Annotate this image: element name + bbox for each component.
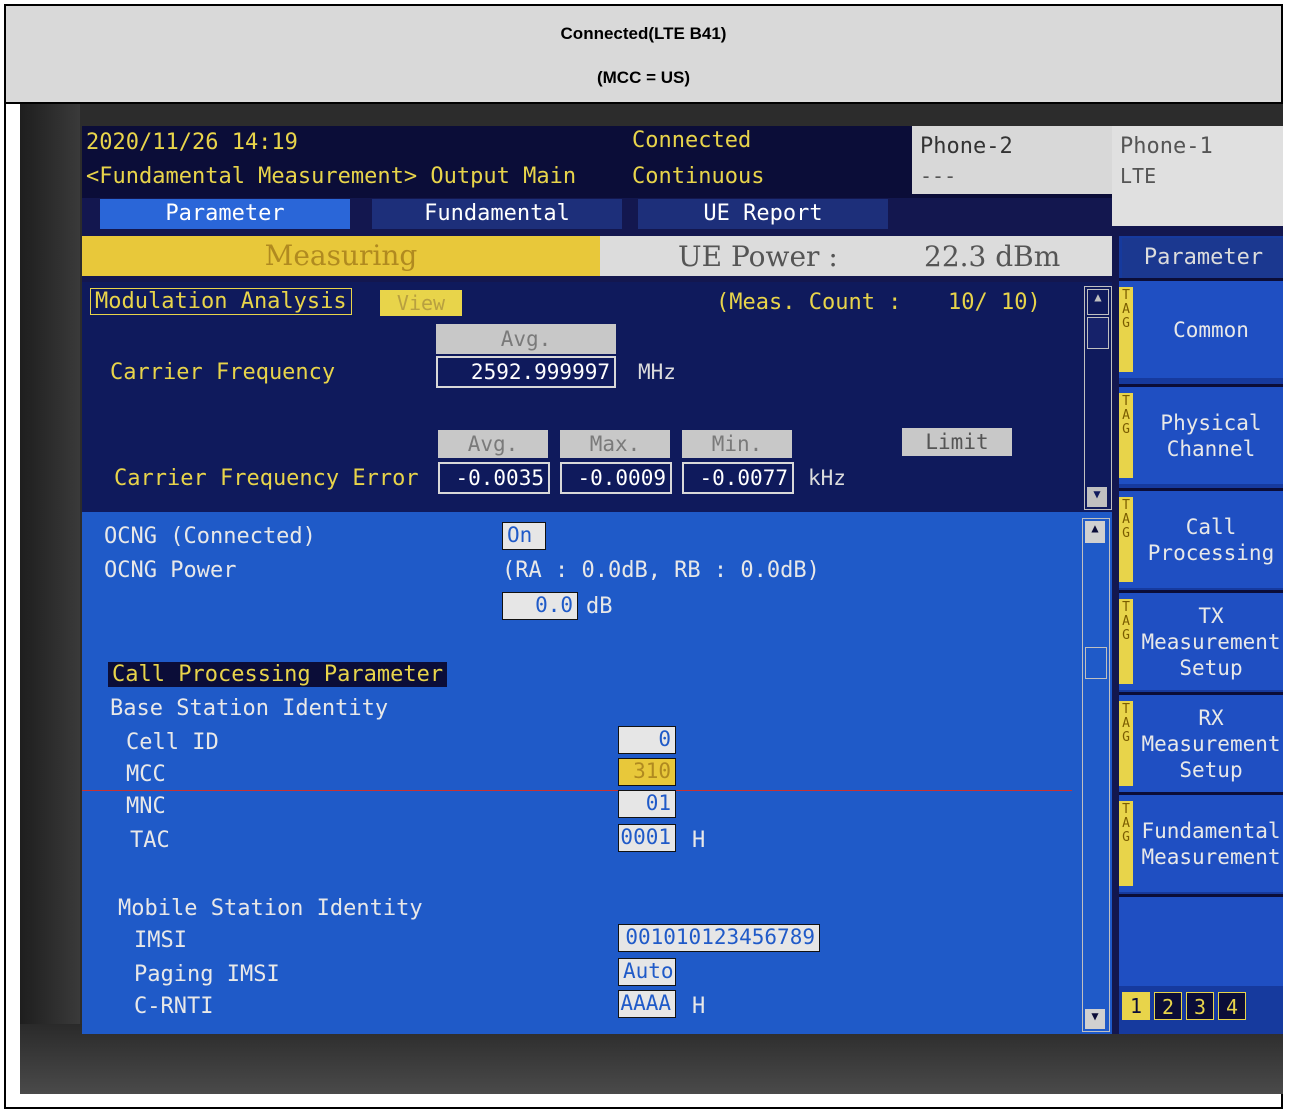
cfe-unit: kHz <box>808 466 846 490</box>
section-call-processing: Call Processing Parameter <box>108 662 448 687</box>
instrument-screen: 2020/11/26 14:19 <Fundamental Measuremen… <box>82 126 1283 1034</box>
page-2-button[interactable]: 2 <box>1154 992 1182 1020</box>
softkey-fundamental-measurement[interactable]: T A G Fundamental Measurement <box>1119 792 1283 892</box>
status-connected: Connected <box>632 128 752 153</box>
mnc-label: MNC <box>126 794 166 819</box>
softkey-fundamental-measurement-label: Fundamental Measurement <box>1141 818 1281 869</box>
avg-header: Avg. <box>436 324 616 354</box>
page-1-button[interactable]: 1 <box>1122 992 1150 1020</box>
scroll-thumb-2[interactable] <box>1085 647 1107 679</box>
tag-icon: T A G <box>1119 287 1133 372</box>
c-rnti-value[interactable]: AAAA <box>618 990 676 1018</box>
page-selector: 1 2 3 4 <box>1122 992 1272 1022</box>
ocng-connected-label: OCNG (Connected) <box>104 524 316 549</box>
meas-count-label: (Meas. Count : <box>716 290 902 315</box>
bezel-bottom <box>20 1024 1283 1094</box>
tab-fundamental[interactable]: Fundamental <box>372 199 622 229</box>
tac-unit: H <box>692 828 706 853</box>
bezel-left <box>20 104 80 1094</box>
cell-id-value[interactable]: 0 <box>618 726 676 754</box>
cfe-max-value: -0.0009 <box>560 462 672 494</box>
carrier-frequency-value: 2592.999997 <box>436 356 616 388</box>
softkey-tx-measurement-setup-label: TX Measurement Setup <box>1141 603 1281 680</box>
scroll-up-icon[interactable]: ▲ <box>1087 289 1109 315</box>
avg-column-header: Avg. <box>438 430 548 458</box>
datetime: 2020/11/26 14:19 <box>86 130 298 155</box>
softkey-common-label: Common <box>1173 317 1249 342</box>
c-rnti-label: C-RNTI <box>134 994 214 1019</box>
scroll-down-icon-2[interactable]: ▼ <box>1085 1009 1105 1029</box>
scroll-down-icon[interactable]: ▼ <box>1087 487 1107 507</box>
cfe-min-value: -0.0077 <box>682 462 794 494</box>
ocng-connected-value[interactable]: On <box>502 522 546 550</box>
c-rnti-unit: H <box>692 994 706 1019</box>
screen-name: <Fundamental Measurement> Output Main <box>86 164 577 189</box>
paging-imsi-label: Paging IMSI <box>134 962 280 987</box>
modulation-scrollbar[interactable]: ▲ ▼ <box>1084 286 1112 510</box>
imsi-value[interactable]: 001010123456789 <box>618 924 820 952</box>
tac-label: TAC <box>130 828 170 853</box>
phone1-label: Phone-1 <box>1120 134 1213 159</box>
scroll-thumb[interactable] <box>1087 317 1109 349</box>
softkey-rx-measurement-setup[interactable]: T A G RX Measurement Setup <box>1119 692 1283 792</box>
phone2-label: Phone-2 <box>920 134 1013 159</box>
meas-count-value: 10/ 10) <box>948 290 1041 315</box>
tag-icon: T A G <box>1119 801 1133 886</box>
max-column-header: Max. <box>560 430 670 458</box>
ue-power-label: UE Power : <box>678 240 838 273</box>
carrier-frequency-unit: MHz <box>638 360 676 384</box>
caption-line-2: (MCC = US) <box>596 68 691 87</box>
page-4-button[interactable]: 4 <box>1218 992 1246 1020</box>
mnc-value[interactable]: 01 <box>618 790 676 818</box>
caption-line-1: Connected(LTE B41) <box>560 24 727 43</box>
softkey-call-processing[interactable]: T A G Call Processing <box>1119 488 1283 588</box>
view-button[interactable]: View <box>380 290 462 316</box>
modulation-title: Modulation Analysis <box>90 288 352 315</box>
caption-header: Connected(LTE B41) (MCC = US) <box>4 4 1283 104</box>
softkey-common[interactable]: T A G Common <box>1119 278 1283 378</box>
status-mode: Continuous <box>632 164 765 189</box>
paging-imsi-value[interactable]: Auto <box>618 958 676 986</box>
tag-icon: T A G <box>1119 393 1133 478</box>
mcc-value[interactable]: 310 <box>618 758 676 786</box>
tab-ue-report[interactable]: UE Report <box>638 199 888 229</box>
tag-icon: T A G <box>1119 599 1133 684</box>
softkey-call-processing-label: Call Processing <box>1147 514 1275 565</box>
softkey-empty[interactable] <box>1119 894 1283 986</box>
phone1-value: LTE <box>1120 164 1157 188</box>
cell-id-label: Cell ID <box>126 730 219 755</box>
measuring-indicator: Measuring <box>82 236 600 276</box>
mcc-label: MCC <box>126 762 166 787</box>
tab-parameter[interactable]: Parameter <box>100 199 350 229</box>
tag-icon: T A G <box>1119 497 1133 582</box>
softkey-rx-measurement-setup-label: RX Measurement Setup <box>1141 705 1281 782</box>
scroll-up-icon-2[interactable]: ▲ <box>1085 521 1105 543</box>
phone2-value: --- <box>920 164 957 188</box>
carrier-frequency-label: Carrier Frequency <box>110 360 336 385</box>
cfe-avg-value: -0.0035 <box>438 462 550 494</box>
softkey-physical-channel[interactable]: T A G Physical Channel <box>1119 384 1283 484</box>
tag-icon: T A G <box>1119 701 1133 786</box>
softkey-physical-channel-label: Physical Channel <box>1160 410 1262 461</box>
cfe-label: Carrier Frequency Error <box>114 466 419 491</box>
ocng-power-info: (RA : 0.0dB, RB : 0.0dB) <box>502 558 820 583</box>
parameter-scrollbar[interactable]: ▲ ▼ <box>1082 518 1110 1032</box>
parameter-panel <box>82 512 1112 1034</box>
imsi-label: IMSI <box>134 928 187 953</box>
side-title: Parameter <box>1122 238 1283 278</box>
page-3-button[interactable]: 3 <box>1186 992 1214 1020</box>
tac-value[interactable]: 0001 <box>618 824 676 852</box>
ue-power-value: 22.3 dBm <box>924 240 1061 273</box>
ocng-power-label: OCNG Power <box>104 558 237 583</box>
mobile-station-identity-label: Mobile Station Identity <box>118 896 423 921</box>
limit-button[interactable]: Limit <box>902 428 1012 456</box>
divider-line <box>82 790 1072 791</box>
min-column-header: Min. <box>682 430 792 458</box>
ocng-power-unit: dB <box>586 594 613 619</box>
ocng-power-value[interactable]: 0.0 <box>502 592 578 620</box>
instrument-photo: 2020/11/26 14:19 <Fundamental Measuremen… <box>20 104 1283 1094</box>
softkey-tx-measurement-setup[interactable]: T A G TX Measurement Setup <box>1119 590 1283 690</box>
base-station-identity-label: Base Station Identity <box>110 696 389 721</box>
